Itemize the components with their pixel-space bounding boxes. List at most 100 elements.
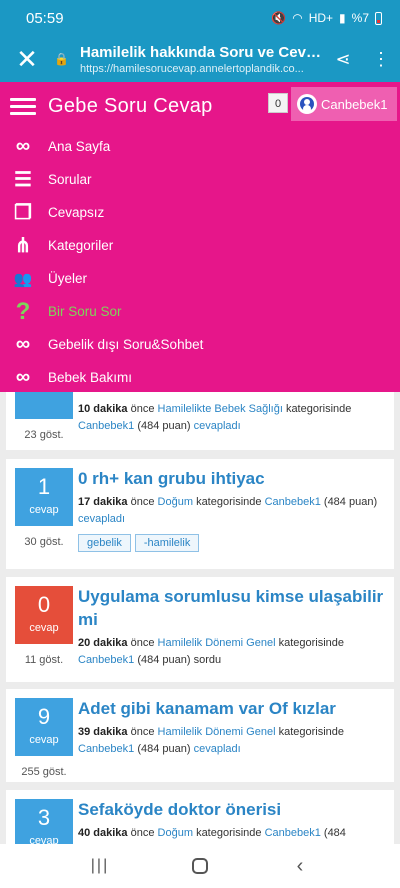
nav-header: Gebe Soru Cevap 0 Canbebek1 xyxy=(0,82,400,130)
question-stats: 3 cevap xyxy=(15,799,73,844)
question-body: Sefaköyde doktor önerisi 40 dakika önce … xyxy=(78,798,386,842)
avatar xyxy=(297,94,317,114)
page-title: Hamilelik hakkında Soru ve Cevap... xyxy=(80,43,324,61)
menu-item-label: Gebelik dışı Soru&Sohbet xyxy=(48,337,204,352)
list-item[interactable]: cevap 23 göst. 10 dakika önce Hamilelikt… xyxy=(6,392,394,450)
answer-count-box: 1 cevap xyxy=(15,468,73,526)
infinity-icon: ∞ xyxy=(15,333,31,355)
list-item[interactable]: 9 cevap 255 göst. Adet gibi kanamam var … xyxy=(6,689,394,782)
signal-icon: ▮ xyxy=(339,11,346,25)
notification-count[interactable]: 0 xyxy=(268,93,288,113)
question-meta: 39 dakika önce Hamilelik Dönemi Genel ka… xyxy=(78,726,345,755)
nav-menu: Gebe Soru Cevap 0 Canbebek1 ∞ Ana Sayfa … xyxy=(0,82,400,392)
menu-item-label: Cevapsız xyxy=(48,205,105,220)
menu-item-label: Bir Soru Sor xyxy=(48,304,122,319)
question-stats: 1 cevap 30 göst. xyxy=(15,468,73,548)
answer-count-box: cevap xyxy=(15,392,73,419)
question-title[interactable]: 0 rh+ kan grubu ihtiyac xyxy=(78,467,386,490)
list-item[interactable]: 3 cevap Sefaköyde doktor önerisi 40 daki… xyxy=(6,790,394,844)
browser-toolbar: ✕ 🔒 Hamilelik hakkında Soru ve Cevap... … xyxy=(0,36,400,82)
question-title[interactable]: Sefaköyde doktor önerisi xyxy=(78,798,386,821)
list-item[interactable]: 0 cevap 11 göst. Uygulama sorumlusu kims… xyxy=(6,577,394,682)
category-tree-icon: ⋔ xyxy=(14,235,32,257)
question-meta: 40 dakika önce Doğum kategorisinde Canbe… xyxy=(78,827,346,839)
share-icon[interactable]: ⋖ xyxy=(324,49,362,70)
question-stats: cevap 23 göst. xyxy=(15,392,73,441)
user-link[interactable]: Canbebek1 xyxy=(78,420,134,432)
recents-icon[interactable]: ||| xyxy=(80,857,120,875)
menu-item-label: Ana Sayfa xyxy=(48,139,111,154)
tag-gebelik[interactable]: gebelik xyxy=(78,534,131,552)
url-area[interactable]: Hamilelik hakkında Soru ve Cevap... http… xyxy=(80,44,324,75)
back-icon[interactable]: ‹ xyxy=(280,855,320,878)
list-lines-icon: ☰ xyxy=(14,169,32,191)
system-nav-bar: ||| ‹ xyxy=(0,844,400,888)
question-title[interactable]: Adet gibi kanamam var Of kızlar xyxy=(78,697,386,720)
question-body: 0 rh+ kan grubu ihtiyac 17 dakika önce D… xyxy=(78,467,386,552)
user-link[interactable]: Canbebek1 xyxy=(78,743,134,755)
view-count: 23 göst. xyxy=(24,429,64,441)
status-icons: 🔇 ◠ HD+ ▮ %7 xyxy=(271,11,382,25)
users-icon: 👥 xyxy=(13,270,33,288)
menu-item-label: Bebek Bakımı xyxy=(48,370,133,385)
action-link[interactable]: cevapladı xyxy=(78,513,125,525)
page-url: https://hamilesorucevap.annelertoplandik… xyxy=(80,62,304,75)
question-meta: 17 dakika önce Doğum kategorisinde Canbe… xyxy=(78,496,378,525)
wifi-icon: ◠ xyxy=(292,11,303,25)
hamburger-menu-icon[interactable] xyxy=(10,97,36,115)
question-body: Adet gibi kanamam var Of kızlar 39 dakik… xyxy=(78,697,386,758)
answer-count-box: 0 cevap xyxy=(15,586,73,644)
user-link[interactable]: Canbebek1 xyxy=(78,654,134,666)
menu-item-label: Üyeler xyxy=(48,271,88,286)
tag-hamilelik[interactable]: -hamilelik xyxy=(134,534,200,552)
question-stats: 9 cevap 255 göst. xyxy=(15,698,73,778)
category-link[interactable]: Hamilelik Dönemi Genel xyxy=(158,637,276,649)
tag-list: gebelik -hamilelik xyxy=(78,534,386,552)
status-time: 05:59 xyxy=(26,9,64,27)
question-body: 10 dakika önce Hamilelikte Bebek Sağlığı… xyxy=(78,397,386,435)
home-button[interactable] xyxy=(180,858,220,874)
network-label: HD+ xyxy=(308,11,334,25)
battery-icon xyxy=(375,11,382,25)
more-options-icon[interactable]: ⋮ xyxy=(362,49,400,70)
site-brand[interactable]: Gebe Soru Cevap xyxy=(48,95,213,118)
menu-item-sorular[interactable]: ☰ Sorular xyxy=(0,163,400,196)
list-item[interactable]: 1 cevap 30 göst. 0 rh+ kan grubu ihtiyac… xyxy=(6,459,394,569)
user-link[interactable]: Canbebek1 xyxy=(265,827,321,839)
battery-label: %7 xyxy=(351,11,369,25)
question-body: Uygulama sorumlusu kimse ulaşabilir mi 2… xyxy=(78,585,386,669)
menu-item-uyeler[interactable]: 👥 Üyeler xyxy=(0,262,400,295)
menu-item-bebek-bakimi[interactable]: ∞ Bebek Bakımı xyxy=(0,361,400,394)
category-link[interactable]: Hamilelik Dönemi Genel xyxy=(158,726,276,738)
category-link[interactable]: Doğum xyxy=(158,827,193,839)
question-list: cevap 23 göst. 10 dakika önce Hamilelikt… xyxy=(0,392,400,844)
menu-item-cevapsiz[interactable]: ❐ Cevapsız xyxy=(0,196,400,229)
question-mark-icon: ? xyxy=(15,297,31,325)
action-link[interactable]: cevapladı xyxy=(194,420,241,432)
category-link[interactable]: Doğum xyxy=(158,496,193,508)
cards-icon: ❐ xyxy=(14,202,32,224)
view-count: 11 göst. xyxy=(24,654,64,666)
menu-item-kategoriler[interactable]: ⋔ Kategoriler xyxy=(0,229,400,262)
close-icon[interactable]: ✕ xyxy=(0,44,54,75)
user-menu[interactable]: Canbebek1 xyxy=(291,87,397,121)
infinity-icon: ∞ xyxy=(15,366,31,388)
category-link[interactable]: Hamilelikte Bebek Sağlığı xyxy=(158,403,283,415)
mute-icon: 🔇 xyxy=(271,11,287,25)
question-stats: 0 cevap 11 göst. xyxy=(15,586,73,666)
user-link[interactable]: Canbebek1 xyxy=(265,496,321,508)
action-text: sordu xyxy=(193,654,222,666)
menu-item-bir-soru-sor[interactable]: ? Bir Soru Sor xyxy=(0,295,400,328)
answer-count-box: 3 cevap xyxy=(15,799,73,844)
menu-item-label: Kategoriler xyxy=(48,238,114,253)
lock-icon[interactable]: 🔒 xyxy=(54,52,80,66)
status-bar: 05:59 🔇 ◠ HD+ ▮ %7 xyxy=(0,0,400,36)
menu-item-ana-sayfa[interactable]: ∞ Ana Sayfa xyxy=(0,130,400,163)
username: Canbebek1 xyxy=(321,96,388,112)
question-title[interactable]: Uygulama sorumlusu kimse ulaşabilir mi xyxy=(78,585,386,631)
view-count: 30 göst. xyxy=(24,536,64,548)
action-link[interactable]: cevapladı xyxy=(194,743,241,755)
view-count: 255 göst. xyxy=(21,766,67,778)
menu-item-gebelik-disi[interactable]: ∞ Gebelik dışı Soru&Sohbet xyxy=(0,328,400,361)
home-icon xyxy=(192,858,208,874)
